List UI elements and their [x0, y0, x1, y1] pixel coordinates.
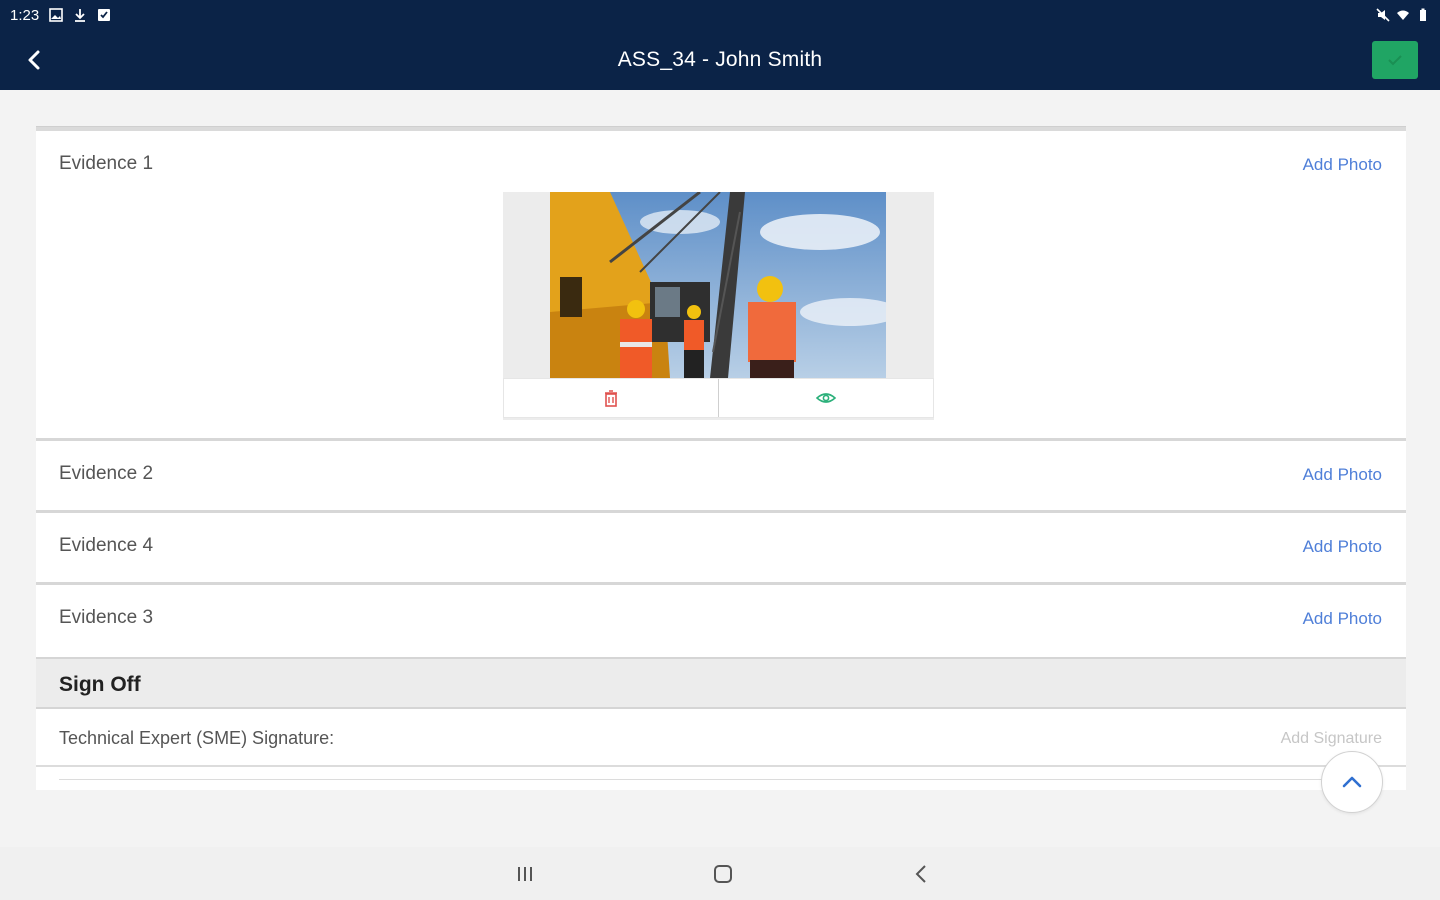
system-back-button[interactable] — [906, 861, 936, 887]
trash-icon — [605, 389, 617, 407]
view-photo-button[interactable] — [718, 379, 933, 417]
delete-photo-button[interactable] — [504, 379, 718, 417]
photo-card — [503, 192, 934, 420]
gallery-icon — [49, 8, 64, 22]
add-photo-link[interactable]: Add Photo — [1303, 155, 1382, 175]
evidence-label: Evidence 1 — [59, 153, 154, 174]
recents-icon — [518, 867, 532, 881]
evidence-label: Evidence 4 — [59, 535, 154, 556]
home-icon — [714, 865, 732, 883]
download-icon — [75, 9, 86, 22]
evidence-row-4: Evidence 4 Add Photo — [36, 513, 1406, 585]
app-bar: ASS_34 - John Smith — [0, 30, 1440, 90]
section-title: Sign Off — [59, 673, 141, 696]
photo-actions — [503, 378, 934, 418]
add-signature-link[interactable]: Add Signature — [1281, 730, 1382, 748]
save-button[interactable] — [1372, 41, 1418, 79]
page-title: ASS_34 - John Smith — [617, 48, 823, 71]
battery-icon — [1420, 8, 1426, 21]
recents-button[interactable] — [510, 861, 540, 887]
assessment-content[interactable]: Evidence 1 Add Photo Evidence 2 Add Phot… — [36, 126, 1406, 790]
mute-icon — [1376, 8, 1390, 22]
home-button[interactable] — [708, 861, 738, 887]
status-bar: 1:23 — [0, 0, 1440, 30]
list-item — [36, 767, 1406, 790]
wifi-icon — [1397, 10, 1409, 20]
eye-icon — [816, 393, 836, 403]
add-photo-link[interactable]: Add Photo — [1303, 465, 1382, 485]
evidence-row-3: Evidence 3 Add Photo — [36, 585, 1406, 657]
divider — [59, 779, 1382, 780]
evidence-row-2: Evidence 2 Add Photo — [36, 441, 1406, 513]
sync-icon — [98, 9, 111, 21]
back-icon — [915, 865, 926, 883]
signature-label: Technical Expert (SME) Signature: — [59, 728, 335, 748]
status-time: 1:23 — [10, 6, 40, 24]
evidence-label: Evidence 2 — [59, 463, 154, 484]
add-photo-link[interactable]: Add Photo — [1303, 537, 1382, 557]
evidence-label: Evidence 3 — [59, 607, 154, 628]
signature-row: Technical Expert (SME) Signature: Add Si… — [36, 709, 1406, 767]
evidence-photo[interactable] — [550, 192, 886, 378]
sign-off-header: Sign Off — [36, 657, 1406, 709]
check-icon — [1388, 55, 1402, 66]
scroll-to-top-button[interactable] — [1321, 751, 1383, 813]
system-nav-bar — [0, 847, 1440, 900]
evidence-row-1: Evidence 1 Add Photo — [36, 131, 1406, 441]
add-photo-link[interactable]: Add Photo — [1303, 609, 1382, 629]
chevron-up-icon — [1342, 776, 1362, 788]
